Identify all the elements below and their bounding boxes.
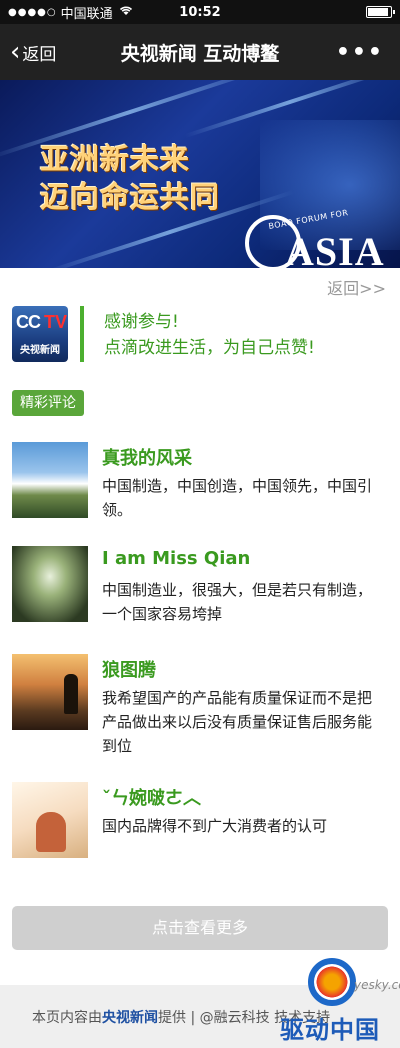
watermark: yesky.com 驱动中国 [276,958,400,1048]
status-bar: ●●●●○ 中国联通 10:52 [0,0,400,24]
chevron-left-icon: ‹ [10,37,21,67]
logo-cc-text: CC [16,312,41,332]
comment-text: 国内品牌得不到广大消费者的认可 [102,817,328,835]
thanks-message: 感谢参与! [104,312,179,332]
avatar [12,442,88,518]
banner-slogan-line1: 亚洲新未来 [40,142,191,176]
return-link[interactable]: 返回>> [327,275,386,299]
watermark-logo-icon [308,958,356,1006]
cctv-logo: CC TV 央视新闻 [12,306,68,362]
more-options-icon[interactable]: ••• [336,40,400,65]
banner-slogan: 亚洲新未来 迈向命运共同 [40,140,230,216]
battery-icon [366,6,395,18]
comment-author: I am Miss Qian [102,548,251,569]
nav-bar: ‹ 返回 央视新闻 互动博鳌 ••• [0,24,400,80]
footer-cctv-link[interactable]: 央视新闻 [102,1010,158,1026]
comment-item: ˇㄣ婉啵ㄜ︿ 国内品牌得不到广大消费者的认可 [0,782,400,862]
thanks-submessage: 点滴改进生活，为自己点赞! [104,338,315,358]
comment-item: 狼图腾 我希望国产的产品能有质量保证而不是把产品做出来以后没有质量保证售后服务能… [0,654,400,755]
banner-image: 亚洲新未来 迈向命运共同 BOAO FORUM FOR ASIA [0,80,400,268]
comment-item: 真我的风采 中国制造，中国创造，中国领先，中国引领。 [0,442,400,522]
comment-author: 狼图腾 [102,660,156,681]
comment-author: 真我的风采 [102,448,192,469]
signal-icon: ●●●●○ [8,6,57,18]
wifi-icon [119,5,133,19]
back-label: 返回 [22,44,57,65]
thanks-divider [80,306,84,362]
logo-tv-text: TV [44,312,68,332]
asia-logo-text: ASIA [285,229,385,268]
footer-prefix: 本页内容由 [32,1010,102,1026]
avatar [12,546,88,622]
comment-text: 中国制造，中国创造，中国领先，中国引领。 [102,477,373,519]
comment-text: 我希望国产的产品能有质量保证而不是把产品做出来以后没有质量保证售后服务能到位 [102,689,373,755]
logo-name-text: 央视新闻 [20,345,60,356]
comment-text: 中国制造业，很强大，但是若只有制造，一个国家容易垮掉 [102,581,373,623]
banner-slogan-line2: 迈向命运共同 [40,180,221,214]
watermark-site: yesky.com [354,978,400,992]
comment-item: I am Miss Qian 中国制造业，很强大，但是若只有制造，一个国家容易垮… [0,546,400,626]
avatar [12,654,88,730]
carrier-label: 中国联通 [60,6,113,22]
load-more-button[interactable]: 点击查看更多 [12,906,388,950]
avatar [12,782,88,858]
featured-comments-tag: 精彩评论 [12,390,84,416]
back-button[interactable]: ‹ 返回 [0,39,56,65]
watermark-brand: 驱动中国 [280,1016,380,1044]
comment-author: ˇㄣ婉啵ㄜ︿ [102,788,201,809]
